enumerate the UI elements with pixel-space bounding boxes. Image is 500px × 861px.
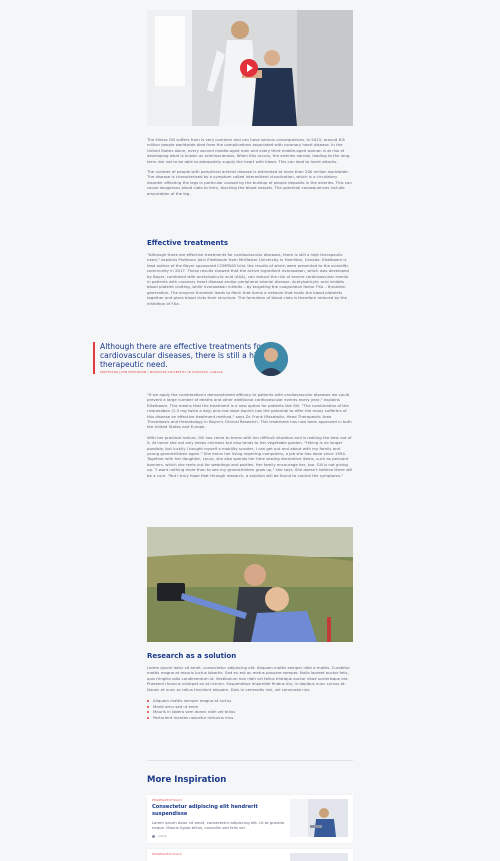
card-excerpt: Lorem ipsum dolor sit amet, consectetur …	[152, 820, 285, 830]
play-video-button[interactable]	[240, 59, 258, 77]
intro-paragraph-2: The number of people with peripheral art…	[147, 169, 352, 196]
article-icon	[152, 835, 155, 838]
intro-paragraph-1: The illness Gill suffers from is very co…	[147, 137, 351, 164]
divider	[147, 760, 353, 761]
inspiration-section: More Inspiration	[147, 776, 353, 785]
card-meta: Article	[152, 835, 287, 838]
card-thumbnail[interactable]	[290, 799, 348, 837]
trial-section: "If we apply the combination's demonstra…	[147, 392, 353, 478]
effective-heading: Effective treatments	[147, 239, 228, 247]
intro-section: The illness Gill suffers from is very co…	[147, 137, 353, 196]
card-thumbnail[interactable]	[290, 853, 348, 861]
card-category: Pharmaceuticals	[152, 799, 182, 802]
research-section: Research as a solution Lorem ipsum dolor…	[147, 652, 353, 720]
selfie-photo	[147, 527, 353, 642]
effective-section: Effective treatments "Although there are…	[147, 239, 353, 306]
card-meta-label: Article	[158, 835, 167, 838]
trial-paragraph-2: With her practical nature, Gill has come…	[147, 434, 353, 478]
inspiration-card[interactable]: Pharmaceuticals	[147, 849, 353, 861]
research-heading: Research as a solution	[147, 652, 237, 660]
card-title[interactable]: Consectetur adipiscing elit hendrerit su…	[152, 804, 287, 817]
avatar	[254, 342, 288, 376]
inspiration-heading: More Inspiration	[147, 775, 227, 785]
effective-paragraph: "Although there are effective treatments…	[147, 252, 349, 306]
research-bullet-list: Aliquam mattis semper magna at luctus Mo…	[147, 698, 353, 720]
card-thumbnail-image	[290, 799, 348, 837]
person-portrait-icon	[254, 342, 288, 376]
selfie-illustration	[147, 527, 353, 642]
list-item: Parturient montes nascetur ridiculus mus	[147, 715, 353, 721]
trial-paragraph-1: "If we apply the combination's demonstra…	[147, 392, 352, 430]
research-paragraph: Lorem ipsum dolor sit amet, consectetur …	[147, 665, 350, 692]
inspiration-card[interactable]: Pharmaceuticals Consectetur adipiscing e…	[147, 795, 353, 843]
